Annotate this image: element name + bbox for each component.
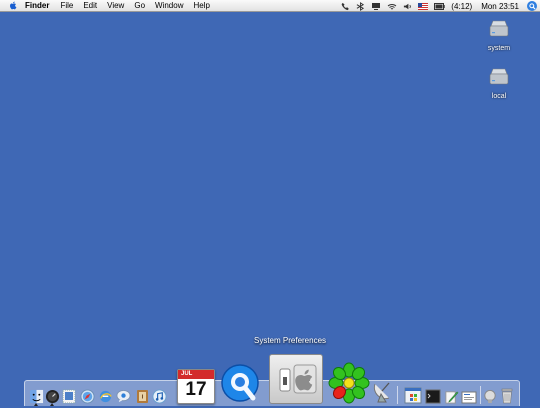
desktop-icon-system[interactable]: system bbox=[479, 20, 519, 52]
wifi-icon[interactable] bbox=[387, 2, 397, 11]
dashboard-icon[interactable] bbox=[45, 389, 60, 404]
desktop-icon-local[interactable]: local bbox=[479, 68, 519, 100]
desktop-icon-label: local bbox=[491, 93, 507, 100]
terminal-icon[interactable] bbox=[425, 389, 441, 404]
menu-bar: Finder File Edit View Go Window Help (4:… bbox=[0, 0, 540, 12]
satellite-dish-icon[interactable] bbox=[372, 378, 394, 404]
windows-app-icon[interactable] bbox=[404, 387, 422, 404]
hard-drive-icon bbox=[489, 20, 509, 37]
icq-flower-icon[interactable] bbox=[328, 362, 370, 404]
battery-time[interactable]: (4:12) bbox=[451, 2, 472, 11]
menu-edit[interactable]: Edit bbox=[83, 1, 97, 10]
downloads-stack-icon[interactable] bbox=[483, 389, 497, 404]
finder-icon[interactable] bbox=[29, 389, 44, 404]
quicktime-icon[interactable] bbox=[219, 362, 261, 404]
ichat-icon[interactable] bbox=[116, 389, 131, 404]
internet-explorer-icon[interactable] bbox=[98, 389, 113, 404]
system-preferences-icon[interactable] bbox=[269, 354, 323, 404]
menu-view[interactable]: View bbox=[107, 1, 124, 10]
apple-menu-icon[interactable] bbox=[9, 1, 17, 10]
safari-icon[interactable] bbox=[80, 389, 95, 404]
mail-icon[interactable] bbox=[62, 389, 76, 404]
menu-window[interactable]: Window bbox=[155, 1, 183, 10]
menu-clock[interactable]: Mon 23:51 bbox=[481, 2, 519, 11]
notes-pen-icon[interactable] bbox=[444, 389, 459, 404]
spotlight-icon[interactable] bbox=[527, 1, 537, 11]
dock-separator bbox=[397, 386, 398, 404]
calendar-day: 17 bbox=[185, 379, 207, 400]
display-icon[interactable] bbox=[371, 2, 381, 11]
bluetooth-icon[interactable] bbox=[356, 1, 365, 11]
desktop-icon-label: system bbox=[487, 45, 511, 52]
dock-tooltip: System Preferences bbox=[254, 336, 327, 345]
calendar-month: JUL bbox=[178, 370, 214, 379]
phone-icon[interactable] bbox=[341, 2, 350, 11]
ical-icon[interactable]: JUL 17 bbox=[177, 369, 215, 404]
itunes-icon[interactable] bbox=[152, 389, 167, 404]
volume-icon[interactable] bbox=[403, 2, 412, 11]
hard-drive-icon bbox=[489, 68, 509, 85]
app-menu-finder[interactable]: Finder bbox=[25, 1, 49, 10]
dock-separator bbox=[480, 386, 481, 404]
trash-icon[interactable] bbox=[500, 388, 514, 404]
address-book-icon[interactable] bbox=[136, 389, 149, 404]
menu-go[interactable]: Go bbox=[134, 1, 145, 10]
input-flag-icon[interactable] bbox=[418, 2, 429, 10]
menu-help[interactable]: Help bbox=[193, 1, 209, 10]
battery-icon[interactable] bbox=[434, 2, 445, 10]
switch-apple-icon bbox=[279, 364, 317, 394]
dock: JUL 17 bbox=[24, 354, 520, 406]
document-preview-icon[interactable] bbox=[461, 391, 477, 404]
menu-file[interactable]: File bbox=[60, 1, 73, 10]
